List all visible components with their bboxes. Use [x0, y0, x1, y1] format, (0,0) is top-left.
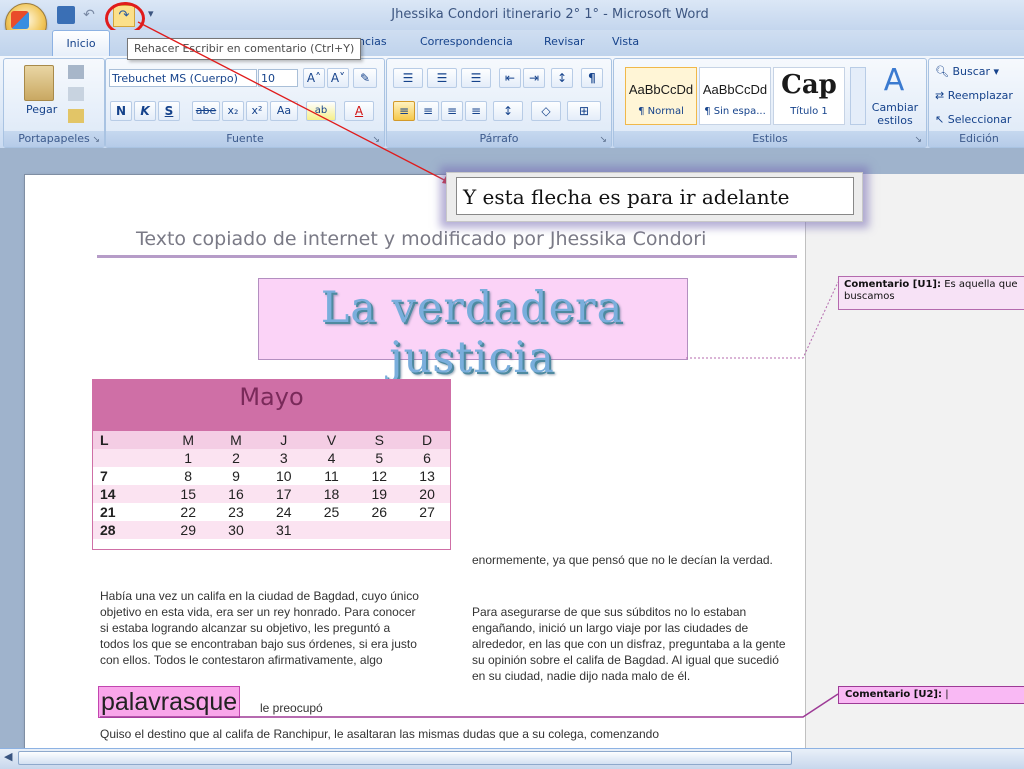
- comment-2-connector: [100, 693, 839, 718]
- comment-1-connector: [686, 281, 839, 359]
- scroll-left-icon[interactable]: ◀: [4, 750, 12, 763]
- comment-balloon-1[interactable]: Comentario [U1]: Es aquella que buscamos: [838, 276, 1024, 310]
- scrollbar-thumb[interactable]: [18, 751, 792, 765]
- comment-text: |: [945, 689, 949, 700]
- comment-balloon-2[interactable]: Comentario [U2]: |: [838, 686, 1024, 704]
- comment-label: Comentario [U2]:: [845, 689, 942, 700]
- comment-label: Comentario [U1]:: [844, 279, 941, 290]
- annotation-lines: [100, 21, 839, 718]
- annotation-callout-text: Y esta flecha es para ir adelante: [456, 177, 854, 215]
- annotation-arrow: [137, 21, 453, 185]
